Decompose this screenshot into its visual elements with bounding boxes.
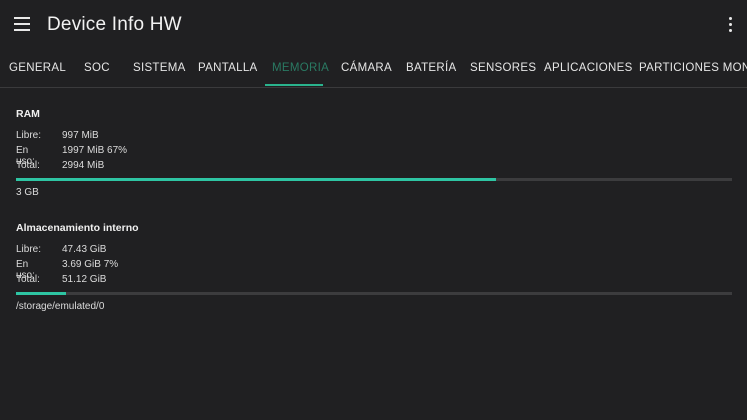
ram-total-label: Total: bbox=[16, 160, 40, 171]
tab-soc[interactable]: SOC bbox=[84, 50, 110, 87]
tab-camara[interactable]: CÁMARA bbox=[341, 50, 392, 87]
ram-size-label: 3 GB bbox=[16, 187, 39, 198]
active-tab-indicator bbox=[265, 84, 323, 86]
storage-total-label: Total: bbox=[16, 274, 40, 285]
app-title: Device Info HW bbox=[47, 14, 182, 35]
ram-used-value: 1997 MiB 67% bbox=[62, 145, 128, 156]
ram-usage-bar bbox=[16, 178, 732, 181]
ram-section-title: RAM bbox=[16, 108, 40, 120]
app-bar: Device Info HW bbox=[0, 0, 747, 50]
tab-aplicaciones[interactable]: APLICACIONES bbox=[544, 50, 633, 87]
tab-particiones-montadas[interactable]: PARTICIONES MONTA bbox=[639, 50, 747, 87]
storage-section-title: Almacenamiento interno bbox=[16, 222, 139, 234]
storage-usage-bar bbox=[16, 292, 732, 295]
storage-free-value: 47.43 GiB bbox=[62, 244, 107, 255]
tab-memoria[interactable]: MEMORIA bbox=[272, 50, 329, 87]
tab-sensores[interactable]: SENSORES bbox=[470, 50, 536, 87]
hamburger-menu-icon[interactable] bbox=[14, 17, 30, 31]
ram-free-label: Libre: bbox=[16, 130, 42, 141]
storage-total-value: 51.12 GiB bbox=[62, 274, 107, 285]
tab-bateria[interactable]: BATERÍA bbox=[406, 50, 456, 87]
tab-sistema[interactable]: SISTEMA bbox=[133, 50, 186, 87]
tab-general[interactable]: GENERAL bbox=[9, 50, 66, 87]
storage-path-label: /storage/emulated/0 bbox=[16, 301, 105, 312]
ram-total-value: 2994 MiB bbox=[62, 160, 105, 171]
ram-free-value: 997 MiB bbox=[62, 130, 99, 141]
tab-bar: GENERAL SOC SISTEMA PANTALLA MEMORIA CÁM… bbox=[0, 50, 747, 88]
ram-usage-bar-fill bbox=[16, 178, 496, 181]
storage-usage-bar-fill bbox=[16, 292, 67, 295]
storage-free-label: Libre: bbox=[16, 244, 42, 255]
tab-pantalla[interactable]: PANTALLA bbox=[198, 50, 258, 87]
storage-used-value: 3.69 GiB 7% bbox=[62, 259, 119, 270]
more-options-icon[interactable] bbox=[729, 17, 733, 33]
